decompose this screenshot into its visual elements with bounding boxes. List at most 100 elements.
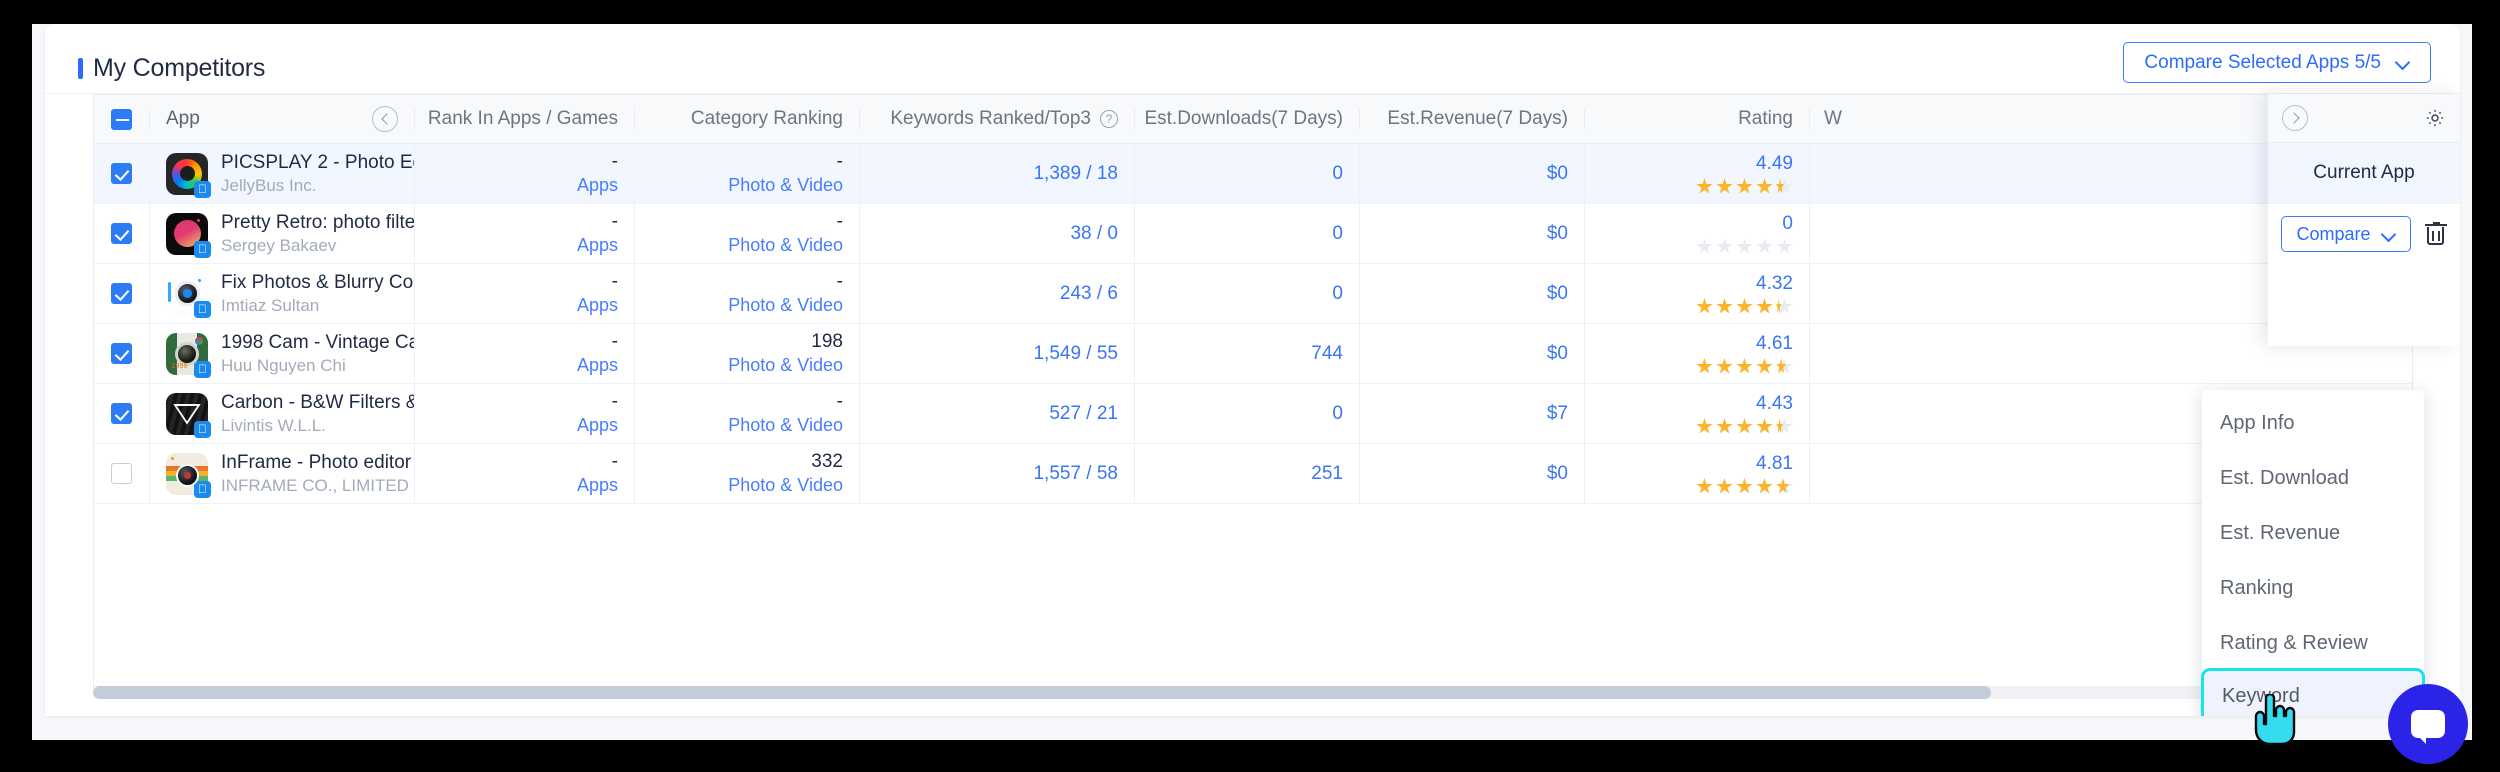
row-checkbox[interactable]	[111, 223, 132, 244]
gear-icon[interactable]	[2424, 107, 2446, 129]
menu-item-rating-review[interactable]: Rating & Review	[2202, 616, 2424, 671]
column-header-keywords-label: Keywords Ranked/Top3	[890, 108, 1091, 129]
category-cell: - Photo & Video	[635, 264, 860, 323]
keywords-value[interactable]: 527 / 21	[1049, 402, 1118, 426]
keywords-cell: 38 / 0	[860, 204, 1135, 263]
rank-value: -	[611, 390, 618, 412]
rank-sublabel[interactable]: Apps	[577, 353, 618, 377]
row-checkbox[interactable]	[111, 343, 132, 364]
chat-widget-button[interactable]	[2388, 684, 2468, 764]
category-sublabel[interactable]: Photo & Video	[728, 293, 843, 317]
rating-value: 4.49	[1756, 153, 1793, 174]
app-store-badge-icon: 	[194, 240, 211, 258]
downloads-cell: 744	[1135, 324, 1360, 383]
downloads-value[interactable]: 251	[1311, 462, 1343, 486]
downloads-cell: 0	[1135, 144, 1360, 203]
table-row[interactable]:  Pretty Retro: photo filters Sergey Bak…	[94, 204, 2412, 264]
keywords-cell: 243 / 6	[860, 264, 1135, 323]
star-icon	[1716, 298, 1733, 315]
menu-item-keyword[interactable]: Keyword	[2201, 668, 2425, 716]
star-icon	[1696, 418, 1713, 435]
menu-item-app-info[interactable]: App Info	[2202, 396, 2424, 451]
table-row[interactable]: 1998  1998 Cam - Vintage Camera Huu Ngu…	[94, 324, 2412, 384]
row-checkbox[interactable]	[111, 163, 132, 184]
rank-sublabel[interactable]: Apps	[577, 173, 618, 197]
column-header-rating: Rating	[1585, 108, 1810, 130]
help-icon[interactable]: ?	[1100, 110, 1118, 128]
rank-sublabel[interactable]: Apps	[577, 233, 618, 257]
star-icon	[1756, 478, 1773, 495]
menu-item-label: App Info	[2220, 412, 2295, 434]
column-header-rank-label: Rank In Apps / Games	[427, 108, 618, 129]
revenue-value[interactable]: $0	[1547, 462, 1568, 486]
compare-selected-apps-button[interactable]: Compare Selected Apps 5/5	[2123, 42, 2431, 83]
keywords-value[interactable]: 243 / 6	[1060, 282, 1118, 306]
menu-item-est-download[interactable]: Est. Download	[2202, 451, 2424, 506]
keywords-value[interactable]: 1,557 / 58	[1033, 462, 1118, 486]
revenue-value[interactable]: $0	[1547, 342, 1568, 366]
category-cell: - Photo & Video	[635, 384, 860, 443]
app-cell:  InFrame - Photo editor colla... INFRAM…	[150, 444, 415, 503]
rank-value: -	[611, 450, 618, 472]
app-name: Carbon - B&W Filters & Effe...	[221, 391, 414, 413]
select-all-checkbox[interactable]	[111, 108, 132, 130]
category-cell: - Photo & Video	[635, 144, 860, 203]
rating-value: 4.32	[1756, 273, 1793, 294]
app-cell: 1998  1998 Cam - Vintage Camera Huu Ngu…	[150, 324, 415, 383]
category-sublabel[interactable]: Photo & Video	[728, 413, 843, 437]
table-header-row: App Rank In Apps / Games Category Rankin…	[94, 95, 2412, 144]
downloads-value[interactable]: 0	[1332, 402, 1343, 426]
keywords-value[interactable]: 1,549 / 55	[1033, 342, 1118, 366]
category-value: -	[836, 390, 843, 412]
rating-value: 0	[1782, 213, 1793, 234]
keywords-value[interactable]: 38 / 0	[1070, 222, 1118, 246]
menu-item-est-revenue[interactable]: Est. Revenue	[2202, 506, 2424, 561]
category-sublabel[interactable]: Photo & Video	[728, 353, 843, 377]
downloads-value[interactable]: 0	[1332, 282, 1343, 306]
column-header-app-label: App	[166, 108, 200, 129]
category-sublabel[interactable]: Photo & Video	[728, 473, 843, 497]
row-select-cell	[94, 384, 150, 443]
app-icon: 	[166, 152, 211, 198]
trash-icon[interactable]	[2424, 222, 2447, 246]
table-row[interactable]:  Carbon - B&W Filters & Effe... Livinti…	[94, 384, 2412, 444]
star-icon	[1736, 238, 1753, 255]
rank-sublabel[interactable]: Apps	[577, 413, 618, 437]
column-header-downloads: Est.Downloads(7 Days)	[1135, 108, 1360, 130]
chevron-right-circle-icon[interactable]	[2282, 105, 2308, 131]
category-sublabel[interactable]: Photo & Video	[728, 233, 843, 257]
compare-dropdown-button[interactable]: Compare	[2281, 216, 2411, 252]
row-checkbox[interactable]	[111, 283, 132, 304]
star-icon	[1716, 178, 1733, 195]
revenue-value[interactable]: $0	[1547, 162, 1568, 186]
row-checkbox[interactable]	[111, 463, 132, 484]
revenue-value[interactable]: $0	[1547, 222, 1568, 246]
keywords-value[interactable]: 1,389 / 18	[1033, 162, 1118, 186]
category-sublabel[interactable]: Photo & Video	[728, 173, 843, 197]
downloads-value[interactable]: 0	[1332, 222, 1343, 246]
revenue-value[interactable]: $7	[1547, 402, 1568, 426]
rating-value: 4.81	[1756, 453, 1793, 474]
category-cell: 198 Photo & Video	[635, 324, 860, 383]
horizontal-scrollbar-track[interactable]	[93, 686, 2413, 699]
column-header-category: Category Ranking	[635, 108, 860, 130]
app-cell:  PICSPLAY 2 - Photo Editor JellyBus Inc…	[150, 144, 415, 203]
app-name: PICSPLAY 2 - Photo Editor	[221, 151, 414, 173]
table-row[interactable]:  InFrame - Photo editor colla... INFRAM…	[94, 444, 2412, 504]
keywords-cell: 527 / 21	[860, 384, 1135, 443]
downloads-value[interactable]: 0	[1332, 162, 1343, 186]
chevron-left-circle-icon[interactable]	[372, 106, 398, 132]
revenue-value[interactable]: $0	[1547, 282, 1568, 306]
table-row[interactable]:  PICSPLAY 2 - Photo Editor JellyBus Inc…	[94, 144, 2412, 204]
current-app-panel: Current App Compare	[2268, 94, 2460, 346]
rank-sublabel[interactable]: Apps	[577, 293, 618, 317]
row-checkbox[interactable]	[111, 403, 132, 424]
downloads-value[interactable]: 744	[1311, 342, 1343, 366]
category-cell: - Photo & Video	[635, 204, 860, 263]
horizontal-scrollbar-thumb[interactable]	[93, 686, 1991, 699]
rating-cell: 4.43	[1585, 384, 1810, 443]
menu-item-ranking[interactable]: Ranking	[2202, 561, 2424, 616]
screenshot-root: My Competitors Compare Selected Apps 5/5…	[0, 0, 2500, 772]
rank-sublabel[interactable]: Apps	[577, 473, 618, 497]
table-row[interactable]:  Fix Photos & Blurry Cool Edit Imtiaz S…	[94, 264, 2412, 324]
